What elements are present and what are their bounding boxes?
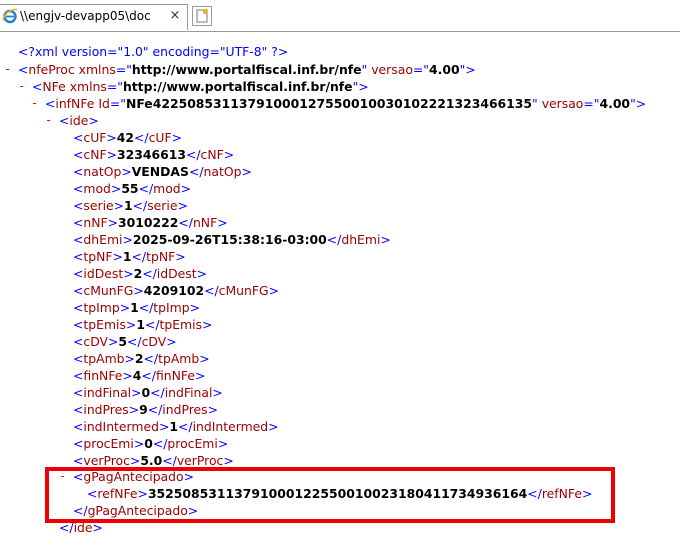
xml-declaration: <?xml version="1.0" encoding="UTF-8" ?> xyxy=(18,44,289,59)
xml-node-infNFe: <infNFe Id="NFe4225085311379100012755001… xyxy=(45,96,647,111)
tab-close-button[interactable]: × xyxy=(168,7,182,25)
tab-bar: \\engjv-devapp05\docs\81... × xyxy=(0,0,680,32)
xml-field-indPres: <indPres>9</indPres> xyxy=(73,402,219,417)
xml-field-nNF: <nNF>3010222</nNF> xyxy=(73,215,228,230)
xml-field-cDV: <cDV>5</cDV> xyxy=(73,334,177,349)
xml-node-ide: <ide> xyxy=(59,113,99,128)
xml-field-cMunFG: <cMunFG>4209102</cMunFG> xyxy=(73,283,279,298)
xml-document-view: <?xml version="1.0" encoding="UTF-8" ?> … xyxy=(0,31,680,543)
xml-field-indFinal: <indFinal>0</indFinal> xyxy=(73,385,223,400)
xml-field-tpImp: <tpImp>1</tpImp> xyxy=(73,300,201,315)
highlight-box xyxy=(45,467,615,523)
xml-node-NFe: <NFe xmlns="http://www.portalfiscal.inf.… xyxy=(32,79,369,94)
xml-field-cUF: <cUF>42</cUF> xyxy=(73,130,183,145)
browser-tab[interactable]: \\engjv-devapp05\docs\81... × xyxy=(0,4,188,30)
collapse-toggle-ide[interactable]: - xyxy=(45,113,52,127)
xml-field-mod: <mod>55</mod> xyxy=(73,181,192,196)
xml-field-natOp: <natOp>VENDAS</natOp> xyxy=(73,164,252,179)
xml-field-serie: <serie>1</serie> xyxy=(73,198,188,213)
tab-title: \\engjv-devapp05\docs\81... xyxy=(20,9,150,23)
collapse-toggle-nfeProc[interactable]: - xyxy=(4,62,11,76)
xml-field-tpNF: <tpNF>1</tpNF> xyxy=(73,249,186,264)
xml-field-dhEmi: <dhEmi>2025-09-26T15:38:16-03:00</dhEmi> xyxy=(73,232,391,247)
xml-field-tpAmb: <tpAmb>2</tpAmb> xyxy=(73,351,210,366)
xml-field-idDest: <idDest>2</idDest> xyxy=(73,266,207,281)
xml-field-tpEmis: <tpEmis>1</tpEmis> xyxy=(73,317,213,332)
collapse-toggle-NFe[interactable]: - xyxy=(18,79,25,93)
xml-field-indIntermed: <indIntermed>1</indIntermed> xyxy=(73,419,279,434)
new-tab-icon xyxy=(196,8,209,23)
xml-field-cNF: <cNF>32346613</cNF> xyxy=(73,147,235,162)
collapse-toggle-infNFe[interactable]: - xyxy=(31,96,38,110)
xml-field-finNFe: <finNFe>4</finNFe> xyxy=(73,368,206,383)
new-tab-button[interactable] xyxy=(192,6,212,26)
xml-field-procEmi: <procEmi>0</procEmi> xyxy=(73,436,229,451)
ie-icon xyxy=(2,8,18,24)
xml-node-nfeProc: <nfeProc xmlns="http://www.portalfiscal.… xyxy=(18,62,476,77)
